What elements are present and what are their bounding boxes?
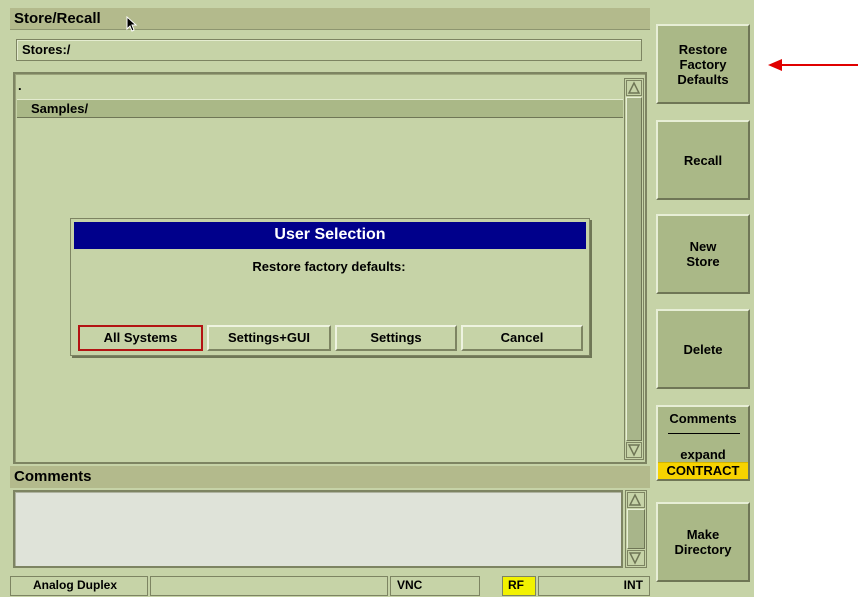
cancel-button[interactable]: Cancel	[461, 325, 583, 351]
softkey-panel: Restore Factory Defaults Recall New Stor…	[652, 0, 754, 597]
settings-gui-button[interactable]: Settings+GUI	[207, 325, 331, 351]
instrument-screen: Store/Recall Stores:/ . Samples/ User Se…	[0, 0, 754, 597]
user-selection-dialog: User Selection Restore factory defaults:…	[70, 218, 590, 356]
comments-scroll-up-button[interactable]	[627, 492, 645, 508]
arrow-up-icon	[627, 81, 641, 94]
comments-scroll-thumb[interactable]	[627, 509, 645, 549]
status-bar: Analog Duplex VNC RF INT	[10, 574, 650, 596]
status-mode: Analog Duplex	[10, 576, 148, 596]
dialog-title: User Selection	[74, 222, 586, 249]
arrow-down-icon	[627, 444, 641, 457]
comments-textarea[interactable]	[13, 490, 623, 568]
comments-toggle-softkey[interactable]: Comments expand CONTRACT	[656, 405, 750, 481]
status-field-2	[150, 576, 388, 596]
recall-softkey[interactable]: Recall	[656, 120, 750, 200]
new-store-softkey[interactable]: New Store	[656, 214, 750, 294]
delete-label: Delete	[683, 341, 723, 357]
delete-softkey[interactable]: Delete	[656, 309, 750, 389]
dialog-message: Restore factory defaults:	[252, 259, 406, 274]
scroll-down-button[interactable]	[626, 442, 642, 458]
contract-option: CONTRACT	[658, 462, 748, 479]
make-directory-softkey[interactable]: Make Directory	[656, 502, 750, 582]
status-vnc: VNC	[390, 576, 480, 596]
arrow-up-icon	[628, 493, 642, 506]
status-rf: RF	[502, 576, 536, 596]
make-directory-label: Make Directory	[674, 527, 732, 557]
new-store-label: New Store	[686, 239, 720, 269]
comments-header: Comments	[10, 466, 650, 488]
status-int: INT	[538, 576, 650, 596]
comments-toggle-title: Comments	[669, 411, 737, 426]
settings-button[interactable]: Settings	[335, 325, 457, 351]
divider	[668, 433, 740, 434]
mouse-pointer-icon	[126, 16, 138, 32]
comments-scrollbar[interactable]	[625, 490, 647, 568]
comments-scroll-down-button[interactable]	[627, 550, 645, 566]
window-title: Store/Recall	[10, 8, 650, 30]
annotation-arrow-icon	[768, 59, 858, 71]
list-item[interactable]: Samples/	[17, 99, 623, 118]
restore-factory-defaults-softkey[interactable]: Restore Factory Defaults	[656, 24, 750, 104]
restore-factory-defaults-label: Restore Factory Defaults	[677, 41, 729, 87]
recall-label: Recall	[683, 152, 723, 168]
path-field[interactable]: Stores:/	[16, 39, 642, 61]
file-list-scrollbar[interactable]	[624, 78, 644, 460]
scroll-thumb[interactable]	[626, 97, 642, 441]
expand-option: expand	[680, 447, 726, 462]
current-dir-entry[interactable]: .	[18, 78, 22, 93]
arrow-down-icon	[628, 552, 642, 565]
all-systems-button[interactable]: All Systems	[78, 325, 203, 351]
scroll-up-button[interactable]	[626, 80, 642, 96]
